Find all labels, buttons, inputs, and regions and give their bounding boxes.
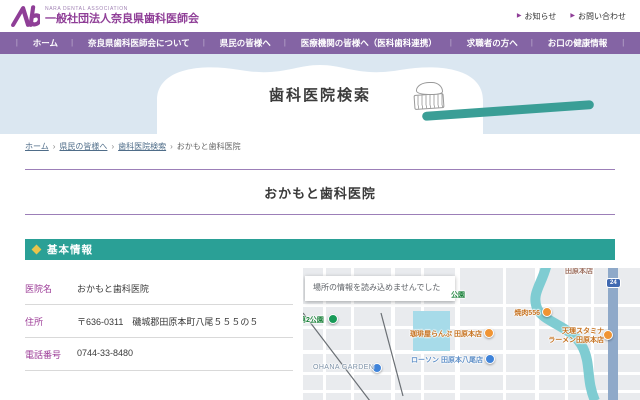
table-row: 医院名 おかもと歯科医院: [25, 272, 293, 305]
map-label-park[interactable]: 公園: [451, 290, 465, 300]
play-arrow-icon: ▶: [516, 13, 522, 19]
map-label-line2: ラーメン田原本店: [548, 337, 604, 345]
map-label-coffee-shop[interactable]: 珈琲屋らんぷ 田原本店: [410, 329, 482, 339]
nav-item-medical-institutions[interactable]: 医療機関の皆様へ（医科歯科連携）: [284, 37, 452, 49]
address-label: 住所: [25, 317, 44, 327]
nav-item-home[interactable]: ホーム: [16, 37, 73, 49]
hero-title: 歯科医院検索: [268, 87, 371, 104]
main-navigation: ホーム 奈良県歯科医師会について 県民の皆様へ 医療機関の皆様へ（医科歯科連携）…: [0, 32, 640, 54]
basic-info-section-header: 基本情報: [25, 239, 615, 260]
clinic-name-label: 医院名: [25, 284, 53, 294]
breadcrumb-separator: ›: [52, 142, 56, 151]
breadcrumb: ホーム › 県民の皆様へ › 歯科医院検索 › おかもと歯科医院: [25, 141, 640, 152]
news-link[interactable]: ▶ お知らせ: [517, 11, 556, 22]
page-title: おかもと歯科医院: [25, 169, 615, 215]
nav-item-residents[interactable]: 県民の皆様へ: [203, 37, 286, 49]
map-label-park2[interactable]: 第2公園: [303, 315, 324, 325]
breadcrumb-current-page: おかもと歯科医院: [176, 142, 241, 151]
phone-value: 0744-33-8480: [77, 348, 134, 358]
map-label-partial[interactable]: 田原本店: [565, 268, 593, 276]
address-value: 〒636-0311 磯城郡田原本町八尾５５５の５: [77, 317, 259, 327]
breadcrumb-clinic-search[interactable]: 歯科医院検索: [118, 141, 166, 152]
store-marker-icon[interactable]: [485, 354, 495, 364]
nav-item-about[interactable]: 奈良県歯科医師会について: [71, 37, 205, 49]
basic-info-content: 医院名 おかもと歯科医院 住所 〒636-0311 磯城郡田原本町八尾５５５の５…: [0, 268, 640, 400]
map-label-tenri-stamina-ramen[interactable]: 天理スタミナ ラーメン田原本店: [548, 327, 604, 345]
table-row: 電話番号 0744-33-8480: [25, 338, 293, 371]
phone-label: 電話番号: [25, 350, 62, 360]
restaurant-marker-icon[interactable]: [484, 328, 494, 338]
map-error-message: 場所の情報を読み込めませんでした: [305, 276, 455, 301]
clinic-info-table: 医院名 おかもと歯科医院 住所 〒636-0311 磯城郡田原本町八尾５５５の５…: [25, 272, 293, 371]
park-marker-icon[interactable]: [328, 314, 338, 324]
restaurant-marker-icon[interactable]: [603, 330, 613, 340]
nav-item-job-seekers[interactable]: 求職者の方へ: [450, 37, 533, 49]
route-shield: 24: [606, 278, 621, 288]
map-label-yakiniku556[interactable]: 焼肉556: [514, 308, 540, 318]
breadcrumb-home[interactable]: ホーム: [25, 141, 49, 152]
map-railway-line: [380, 312, 404, 397]
play-arrow-icon: ▶: [570, 13, 575, 19]
site-header: NARA DENTAL ASSOCIATION 一般社団法人奈良県歯科医師会 ▶…: [0, 0, 640, 32]
news-link-label: お知らせ: [524, 11, 557, 21]
restaurant-marker-icon[interactable]: [542, 307, 552, 317]
google-map-embed[interactable]: 場所の情報を読み込めませんでした 24 第2公園 公園 焼肉556 珈琲屋らんぷ…: [303, 268, 640, 400]
table-row: 住所 〒636-0311 磯城郡田原本町八尾５５５の５: [25, 305, 293, 338]
breadcrumb-residents[interactable]: 県民の皆様へ: [59, 141, 107, 152]
logo-english-name: NARA DENTAL ASSOCIATION: [45, 5, 128, 12]
nav-item-oral-health[interactable]: お口の健康情報: [531, 37, 624, 49]
dental-association-logo-icon: [11, 4, 40, 27]
logo-japanese-name: 一般社団法人奈良県歯科医師会: [45, 12, 199, 25]
map-label-ohana-garden[interactable]: OHANA GARDEN: [313, 364, 374, 371]
toothbrush-bristles-illustration: [413, 92, 445, 111]
map-railway-line: [303, 312, 370, 400]
contact-link-label: お問い合わせ: [578, 11, 626, 21]
header-utility-links: ▶ お知らせ ▶ お問い合わせ: [517, 11, 626, 22]
toothpaste-illustration: [416, 82, 443, 95]
hero-banner: 歯科医院検索: [0, 54, 640, 134]
breadcrumb-separator: ›: [170, 142, 173, 151]
contact-link[interactable]: ▶ お問い合わせ: [570, 11, 626, 22]
site-logo[interactable]: NARA DENTAL ASSOCIATION 一般社団法人奈良県歯科医師会: [10, 4, 199, 29]
clinic-name-value: おかもと歯科医院: [77, 284, 149, 294]
map-label-line1: 天理スタミナ: [562, 328, 604, 335]
map-label-lawson[interactable]: ローソン 田原本八尾店: [411, 355, 483, 365]
breadcrumb-separator: ›: [111, 142, 115, 151]
basic-info-heading: 基本情報: [47, 244, 93, 256]
diamond-icon: [31, 244, 42, 255]
